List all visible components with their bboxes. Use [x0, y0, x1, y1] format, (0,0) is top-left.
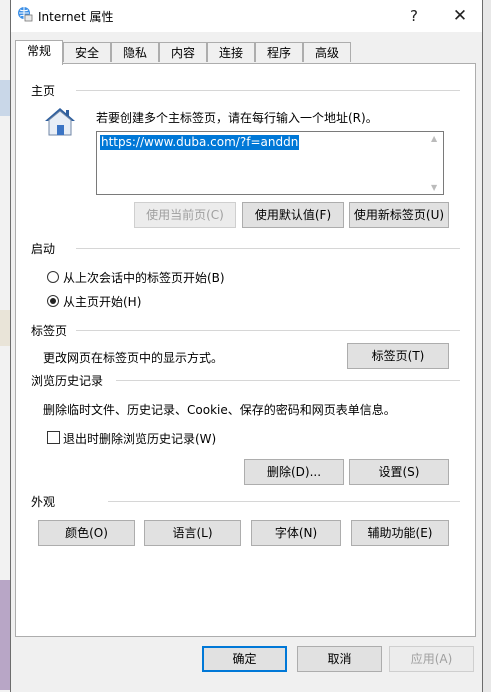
tab-privacy[interactable]: 隐私 — [111, 42, 159, 62]
internet-options-dialog: Internet 属性 ? ✕ 常规 安全 隐私 内容 连接 程序 高级 主页 … — [10, 0, 483, 692]
delete-on-exit-checkbox[interactable] — [47, 431, 60, 444]
radio-start-last-session[interactable] — [47, 271, 59, 283]
window-title: Internet 属性 — [38, 10, 114, 24]
tab-programs[interactable]: 程序 — [255, 42, 303, 62]
home-icon — [45, 108, 75, 136]
use-default-button[interactable]: 使用默认值(F) — [242, 202, 344, 228]
tab-general[interactable]: 常规 — [15, 40, 63, 65]
textarea-scrollbar[interactable]: ▲ ▼ — [428, 132, 443, 194]
ok-button[interactable]: 确定 — [202, 646, 287, 672]
fonts-button[interactable]: 字体(N) — [251, 520, 341, 546]
group-divider — [76, 248, 460, 249]
tabs-settings-button[interactable]: 标签页(T) — [347, 343, 449, 369]
tabs-group-title: 标签页 — [31, 324, 68, 338]
accessibility-button[interactable]: 辅助功能(E) — [351, 520, 449, 546]
internet-options-icon — [18, 7, 33, 22]
help-button[interactable]: ? — [391, 0, 437, 32]
scroll-up-icon[interactable]: ▲ — [431, 134, 437, 143]
colors-button[interactable]: 颜色(O) — [38, 520, 135, 546]
apply-button[interactable]: 应用(A) — [389, 646, 474, 672]
tab-security[interactable]: 安全 — [63, 42, 111, 62]
close-button[interactable]: ✕ — [437, 0, 483, 32]
home-page-url[interactable]: https://www.duba.com/?f=anddn — [100, 135, 300, 150]
background-window-right — [483, 0, 491, 692]
history-group-title: 浏览历史记录 — [31, 374, 104, 388]
home-page-textarea[interactable]: https://www.duba.com/?f=anddn ▲ ▼ — [96, 131, 444, 195]
general-tab-panel: 主页 若要创建多个主标签页，请在每行输入一个地址(R)。 https://www… — [15, 63, 476, 637]
tab-connections[interactable]: 连接 — [207, 42, 255, 62]
group-divider — [116, 380, 460, 381]
use-current-button[interactable]: 使用当前页(C) — [134, 202, 236, 228]
group-divider — [108, 501, 460, 502]
history-settings-button[interactable]: 设置(S) — [349, 459, 449, 485]
group-divider — [76, 90, 460, 91]
group-divider — [76, 330, 460, 331]
tabs-description: 更改网页在标签页中的显示方式。 — [43, 351, 224, 365]
tab-content[interactable]: 内容 — [159, 42, 207, 62]
start-home-page-label[interactable]: 从主页开始(H) — [63, 293, 141, 310]
startup-group-title: 启动 — [31, 242, 56, 256]
languages-button[interactable]: 语言(L) — [144, 520, 241, 546]
delete-on-exit-label[interactable]: 退出时删除浏览历史记录(W) — [63, 430, 216, 447]
title-bar: Internet 属性 ? ✕ — [11, 0, 482, 32]
cancel-button[interactable]: 取消 — [297, 646, 382, 672]
appearance-group-title: 外观 — [31, 495, 56, 509]
scroll-down-icon[interactable]: ▼ — [431, 183, 437, 192]
radio-start-home-page[interactable] — [47, 295, 59, 307]
home-group-title: 主页 — [31, 84, 56, 98]
use-new-tab-button[interactable]: 使用新标签页(U) — [349, 202, 449, 228]
tab-advanced[interactable]: 高级 — [303, 42, 351, 62]
history-description: 删除临时文件、历史记录、Cookie、保存的密码和网页表单信息。 — [43, 403, 396, 417]
start-last-session-label[interactable]: 从上次会话中的标签页开始(B) — [63, 269, 225, 286]
delete-history-button[interactable]: 删除(D)... — [244, 459, 344, 485]
home-instruction: 若要创建多个主标签页，请在每行输入一个地址(R)。 — [96, 111, 378, 125]
